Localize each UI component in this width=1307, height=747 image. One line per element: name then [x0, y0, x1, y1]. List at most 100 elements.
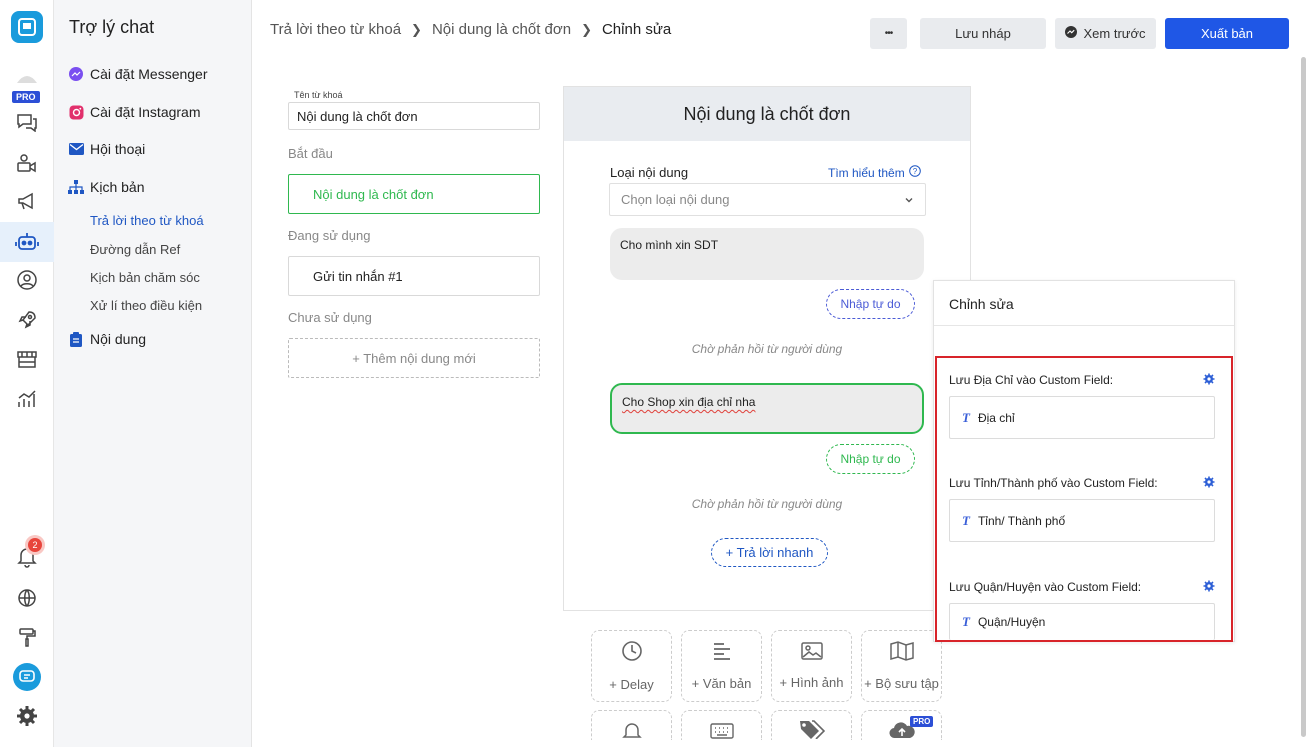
globe-icon[interactable]	[14, 585, 40, 611]
more-options-button[interactable]: •••	[870, 18, 907, 49]
notification-count-badge: 2	[28, 538, 42, 552]
sidebar-subitem-ref-link[interactable]: Đường dẫn Ref	[90, 242, 180, 257]
custom-field-select-address[interactable]: T Địa chỉ	[949, 396, 1215, 439]
sidebar-item-scenarios[interactable]: Kịch bản	[68, 179, 144, 195]
sidebar-item-label: Cài đặt Messenger	[90, 66, 208, 82]
mail-icon	[68, 141, 84, 157]
settings-gear-icon[interactable]	[14, 703, 40, 729]
tool-label: + Delay	[609, 677, 654, 692]
robot-icon[interactable]	[14, 229, 40, 255]
clipboard-icon	[68, 331, 84, 347]
custom-field-label-province: Lưu Tỉnh/Thành phố vào Custom Field:	[949, 476, 1158, 490]
megaphone-icon[interactable]	[14, 188, 40, 214]
sidebar-item-content[interactable]: Nội dung	[68, 331, 146, 347]
analytics-icon[interactable]	[14, 386, 40, 412]
quick-reply-button[interactable]: + Trả lời nhanh	[711, 538, 828, 567]
image-icon	[800, 642, 823, 663]
more-dots-icon: •••	[884, 28, 893, 39]
tool-label: + Hình ảnh	[779, 675, 844, 690]
add-gallery-button[interactable]: + Bộ sưu tập	[861, 630, 942, 702]
sidebar-subitem-conditional[interactable]: Xử lí theo điều kiện	[90, 298, 202, 313]
sidebar-item-label: Kịch bản	[90, 179, 145, 195]
tool-label: + Văn bản	[691, 676, 752, 691]
gear-icon[interactable]	[1203, 373, 1215, 388]
sidebar-title: Trợ lý chat	[69, 17, 155, 37]
content-type-label: Loại nội dung	[610, 165, 689, 180]
sidebar-item-messenger[interactable]: Cài đặt Messenger	[68, 66, 208, 82]
gear-icon[interactable]	[1203, 476, 1215, 491]
sidebar-item-conversations[interactable]: Hội thoại	[68, 141, 145, 157]
content-type-select[interactable]: Chọn loại nội dung	[609, 183, 926, 216]
message-bubble-selected[interactable]: Cho Shop xin địa chỉ nha	[610, 383, 924, 434]
text-type-icon: T	[962, 409, 970, 425]
rocket-icon[interactable]	[14, 307, 40, 333]
content-panel: Nội dung là chốt đơn Loại nội dung Tìm h…	[563, 86, 971, 611]
waiting-response-text: Chờ phản hồi từ người dùng	[691, 497, 843, 511]
free-input-button[interactable]: Nhập tự do	[826, 289, 915, 319]
add-notification-button[interactable]	[591, 710, 672, 740]
custom-field-select-district[interactable]: T Quận/Huyện	[949, 603, 1215, 640]
add-tags-button[interactable]	[771, 710, 852, 740]
instagram-icon	[68, 104, 84, 120]
keyword-name-input[interactable]: Nội dung là chốt đơn	[288, 102, 540, 130]
app-logo-icon[interactable]	[11, 11, 43, 43]
chevron-right-icon: ❯	[581, 21, 592, 37]
keyboard-icon	[709, 723, 734, 742]
text-align-icon	[712, 641, 732, 664]
learn-more-label: Tìm hiểu thêm	[828, 165, 905, 180]
message-text: Cho Shop xin địa chỉ nha	[622, 395, 756, 409]
sidebar-item-label: Hội thoại	[90, 141, 146, 157]
chat-bubbles-icon[interactable]	[14, 109, 40, 135]
add-content-button[interactable]: + Thêm nội dung mới	[288, 338, 540, 378]
breadcrumb-item[interactable]: Nội dung là chốt đơn	[432, 21, 571, 38]
add-keyboard-button[interactable]	[681, 710, 762, 740]
sitemap-icon	[68, 179, 84, 195]
messenger-icon	[68, 66, 84, 82]
breadcrumb: Trả lời theo từ khoá ❯ Nội dung là chốt …	[270, 21, 671, 38]
question-circle-icon: ?	[908, 165, 921, 180]
store-icon[interactable]	[14, 346, 40, 372]
page-scrollbar[interactable]	[1301, 57, 1306, 737]
custom-field-select-province[interactable]: T Tỉnh/ Thành phố	[949, 499, 1215, 542]
start-content-card[interactable]: Nội dung là chốt đơn	[288, 174, 540, 214]
bot-avatar-icon[interactable]	[14, 66, 40, 92]
save-draft-button[interactable]: Lưu nháp	[920, 18, 1046, 49]
free-input-button-selected[interactable]: Nhập tự do	[826, 444, 915, 474]
text-type-icon: T	[962, 614, 970, 629]
chevron-down-icon	[904, 193, 914, 208]
paint-roller-icon[interactable]	[14, 624, 40, 650]
bell-icon	[621, 721, 642, 744]
tool-label: + Bộ sưu tập	[864, 676, 939, 691]
preview-label: Xem trước	[1083, 26, 1146, 41]
custom-field-label-district: Lưu Quận/Huyện vào Custom Field:	[949, 580, 1142, 594]
preview-button[interactable]: Xem trước	[1055, 18, 1156, 49]
publish-button[interactable]: Xuất bản	[1165, 18, 1289, 49]
custom-field-label-address: Lưu Địa Chỉ vào Custom Field:	[949, 373, 1114, 387]
video-call-icon[interactable]	[14, 150, 40, 176]
map-icon	[889, 641, 914, 664]
in-use-content-card[interactable]: Gửi tin nhắn #1	[288, 256, 540, 296]
breadcrumb-current: Chỉnh sửa	[601, 21, 672, 38]
add-text-button[interactable]: + Văn bản	[681, 630, 762, 702]
pro-badge: PRO	[12, 91, 40, 103]
breadcrumb-item[interactable]: Trả lời theo từ khoá	[270, 21, 401, 38]
waiting-response-text: Chờ phản hồi từ người dùng	[691, 342, 843, 356]
app-rail: PRO 2	[0, 0, 54, 747]
add-delay-button[interactable]: + Delay	[591, 630, 672, 702]
keyword-name-label: Tên từ khoá	[294, 90, 343, 100]
unused-section-label: Chưa sử dụng	[288, 310, 372, 325]
gear-icon[interactable]	[1203, 580, 1215, 595]
sidebar-subitem-keyword-reply[interactable]: Trả lời theo từ khoá	[90, 213, 204, 228]
sidebar-subitem-care-scenario[interactable]: Kịch bản chăm sóc	[90, 270, 200, 285]
custom-field-value: Địa chỉ	[977, 410, 1015, 425]
edit-panel-title: Chỉnh sửa	[949, 296, 1014, 312]
svg-text:?: ?	[912, 167, 917, 176]
sidebar-item-instagram[interactable]: Cài đặt Instagram	[68, 104, 201, 120]
pro-badge: PRO	[910, 716, 934, 727]
message-bubble[interactable]: Cho mình xin SDT	[610, 228, 924, 280]
chevron-right-icon: ❯	[411, 21, 422, 37]
learn-more-link[interactable]: Tìm hiểu thêm ?	[828, 165, 921, 180]
support-chat-icon[interactable]	[13, 663, 41, 691]
user-circle-icon[interactable]	[14, 267, 40, 293]
add-image-button[interactable]: + Hình ảnh	[771, 630, 852, 702]
